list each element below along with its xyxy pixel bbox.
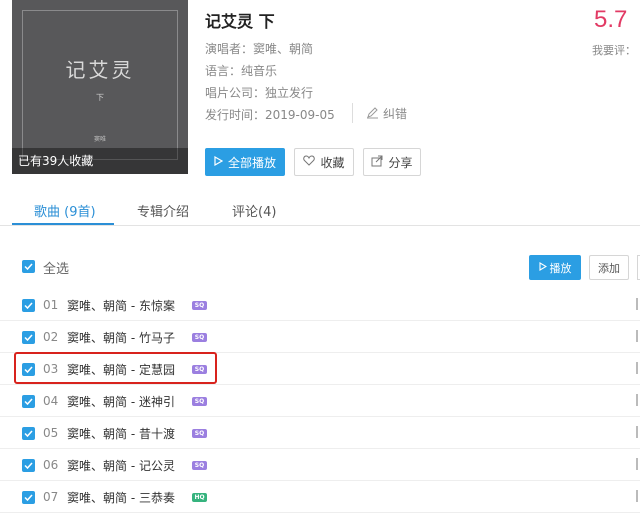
table-row[interactable]: 06 窦唯、朝简 - 记公灵 SQ [0,449,640,481]
share-icon [371,155,383,170]
row-edge [636,330,638,342]
check-icon [24,263,33,271]
table-row[interactable]: 01 窦唯、朝简 - 东惊案 SQ [0,289,640,321]
song-checkbox[interactable] [22,459,35,472]
company-line: 唱片公司：独立发行 [205,84,313,101]
check-icon [24,334,33,342]
song-number: 05 [43,426,59,440]
language-label: 语言： [205,64,242,78]
correct-link[interactable]: 纠错 [366,105,407,122]
favorite-button[interactable]: 收藏 [294,148,354,176]
check-icon [24,398,33,406]
quality-badge: SQ [192,333,207,342]
table-row[interactable]: 05 窦唯、朝简 - 昔十渡 SQ [0,417,640,449]
song-name[interactable]: 窦唯、朝简 - 迷神引 [67,393,175,410]
correct-label: 纠错 [383,107,408,121]
rate-label[interactable]: 我要评： [592,42,636,58]
date-label: 发行时间： [205,108,266,122]
play-selected-button[interactable]: 播放 [529,255,581,280]
play-all-button[interactable]: 全部播放 [205,148,285,176]
share-button[interactable]: 分享 [363,148,421,176]
check-icon [24,494,33,502]
table-row[interactable]: 02 窦唯、朝简 - 竹马子 SQ [0,321,640,353]
check-icon [24,430,33,438]
song-name[interactable]: 窦唯、朝简 - 东惊案 [67,297,175,314]
favorite-label: 收藏 [320,155,345,170]
cover-mark: 窦唯 [93,136,106,143]
song-number: 06 [43,458,59,472]
singer-label: 演唱者： [205,42,254,56]
song-checkbox[interactable] [22,299,35,312]
language-line: 语言：纯音乐 [205,62,277,79]
quality-badge: SQ [192,397,207,406]
row-edge [636,490,638,502]
album-title: 记艾灵 下 [205,12,275,31]
cover-title: 记艾灵 [65,58,135,82]
quality-badge: SQ [192,301,207,310]
quality-badge: SQ [192,461,207,470]
share-label: 分享 [388,155,413,170]
song-checkbox[interactable] [22,331,35,344]
play-icon [538,261,547,274]
singer-value[interactable]: 窦唯、朝简 [253,42,313,56]
tab-songs[interactable]: 歌曲 (9首) [34,201,96,220]
date-line: 发行时间：2019-09-05 [205,106,335,123]
select-all-label: 全选 [43,262,70,277]
song-checkbox[interactable] [22,491,35,504]
song-name[interactable]: 窦唯、朝简 - 竹马子 [67,329,175,346]
song-name[interactable]: 窦唯、朝简 - 三恭奏 [67,489,175,506]
album-score: 5.7 [594,6,628,33]
row-edge [636,458,638,470]
song-number: 01 [43,298,59,312]
singer-line: 演唱者：窦唯、朝简 [205,40,313,57]
row-edge [636,298,638,310]
tab-album-intro[interactable]: 专辑介绍 [137,201,189,220]
row-edge [636,394,638,406]
language-value: 纯音乐 [241,64,278,78]
quality-badge: SQ [192,429,207,438]
date-value: 2019-09-05 [265,108,335,122]
song-checkbox[interactable] [22,427,35,440]
add-button[interactable]: 添加 [589,255,629,280]
pencil-icon [366,106,379,122]
tab-bar: 歌曲 (9首) 专辑介绍 评论(4) [0,195,640,226]
play-all-label: 全部播放 [227,155,276,170]
song-number: 07 [43,490,59,504]
tab-active-underline [12,223,114,225]
song-name[interactable]: 窦唯、朝简 - 记公灵 [67,457,175,474]
album-cover[interactable]: 记艾灵 下 窦唯 已有39人收藏 [12,0,188,174]
company-value: 独立发行 [265,86,314,100]
check-icon [24,462,33,470]
play-selected-label: 播放 [549,261,572,275]
table-row[interactable]: 04 窦唯、朝简 - 迷神引 SQ [0,385,640,417]
cover-subtitle: 下 [96,93,104,102]
quality-badge: HQ [192,493,207,502]
song-name[interactable]: 窦唯、朝简 - 昔十渡 [67,425,175,442]
play-icon [214,155,224,169]
divider [352,103,353,123]
check-icon [24,302,33,310]
row-edge [636,362,638,374]
table-row[interactable]: 07 窦唯、朝简 - 三恭奏 HQ [0,481,640,513]
song-number: 04 [43,394,59,408]
highlight-box [14,352,217,384]
song-number: 02 [43,330,59,344]
select-all-checkbox[interactable] [22,260,35,273]
row-edge [636,426,638,438]
company-label: 唱片公司： [205,86,266,100]
collect-count: 已有39人收藏 [12,148,188,174]
song-checkbox[interactable] [22,395,35,408]
heart-icon [303,155,316,169]
tab-comments[interactable]: 评论(4) [232,201,276,220]
